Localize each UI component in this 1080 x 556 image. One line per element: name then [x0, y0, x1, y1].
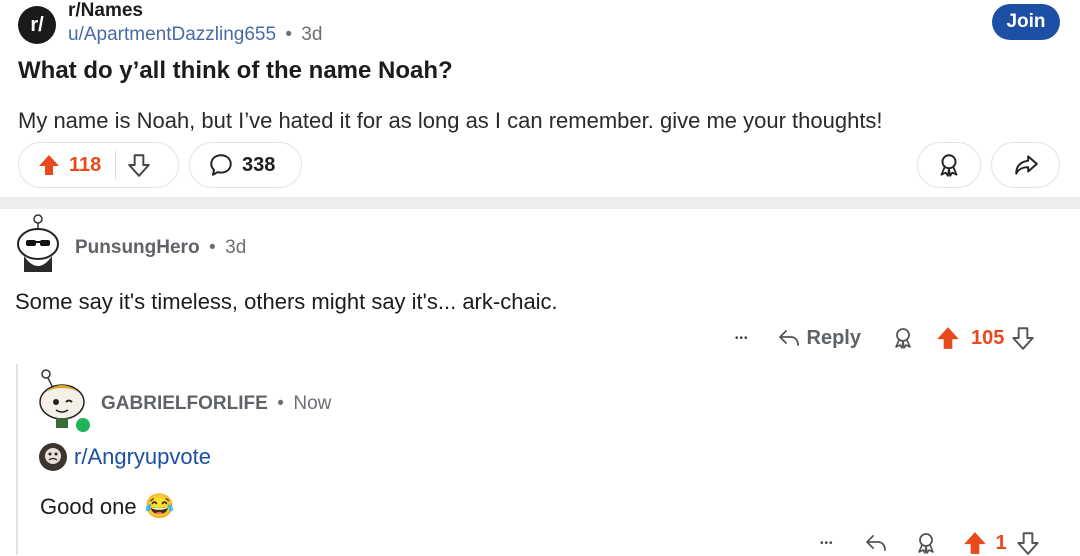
separator-dot: •: [285, 24, 293, 45]
thread-line: [16, 364, 18, 555]
downvote-icon[interactable]: [126, 152, 152, 178]
reply-icon: [777, 326, 801, 350]
award-icon[interactable]: [891, 326, 915, 350]
reply-vote-count: 1: [995, 531, 1007, 554]
subreddit-link-text[interactable]: r/Angryupvote: [74, 444, 211, 470]
reply-header: GABRIELFORLIFE • Now: [101, 393, 331, 415]
award-button[interactable]: [917, 142, 981, 188]
subreddit-avatar-icon: [38, 442, 68, 472]
comment-icon: [208, 152, 234, 178]
downvote-icon[interactable]: [1010, 325, 1036, 351]
author-line: u/ApartmentDazzling655 • 3d: [68, 24, 322, 46]
comment-age: 3d: [225, 237, 247, 258]
downvote-icon[interactable]: [1015, 530, 1041, 556]
comment-vote-count: 105: [970, 326, 1005, 349]
comments-button[interactable]: 338: [189, 142, 302, 188]
award-icon: [936, 152, 962, 178]
upvote-icon[interactable]: [935, 325, 961, 351]
post-body: My name is Noah, but I’ve hated it for a…: [18, 108, 883, 133]
comment-text: Some say it's timeless, others might say…: [15, 289, 558, 314]
reply-icon[interactable]: [864, 531, 888, 555]
share-button[interactable]: [991, 142, 1060, 188]
join-button[interactable]: Join: [992, 4, 1060, 40]
laughing-emoji: 😂: [144, 493, 175, 520]
reply-label: Reply: [806, 326, 861, 349]
online-indicator: [74, 416, 92, 434]
post-vote-count: 118: [69, 153, 102, 176]
comment-username[interactable]: PunsungHero: [75, 237, 200, 258]
upvote-icon[interactable]: [37, 153, 61, 177]
share-icon: [1013, 152, 1039, 178]
comment-header: PunsungHero • 3d: [75, 237, 246, 259]
separator-dot: •: [209, 237, 216, 258]
post-title[interactable]: What do y’all think of the name Noah?: [18, 57, 453, 85]
more-options-icon[interactable]: •••: [820, 538, 834, 549]
reply-text: Good one: [40, 493, 137, 519]
post-age: 3d: [301, 24, 323, 45]
post-vote-control: 118: [18, 142, 179, 188]
reply-age: Now: [293, 393, 332, 414]
subreddit-link[interactable]: r/Angryupvote: [38, 442, 211, 472]
post-comment-divider: [0, 197, 1080, 209]
reply-button[interactable]: Reply: [777, 326, 861, 350]
avatar[interactable]: [10, 214, 66, 274]
comment-actions: ••• Reply 105: [735, 322, 1065, 354]
post-author[interactable]: u/ApartmentDazzling655: [68, 24, 276, 45]
award-icon[interactable]: [914, 531, 938, 555]
more-options-icon[interactable]: •••: [735, 333, 749, 344]
reply-actions: ••• 1: [820, 530, 1065, 556]
separator-dot: •: [277, 393, 284, 414]
upvote-icon[interactable]: [962, 530, 988, 556]
subreddit-icon[interactable]: r/: [18, 6, 56, 44]
reply-username[interactable]: GABRIELFORLIFE: [101, 393, 268, 414]
reply-body: Good one 😂: [40, 492, 175, 521]
subreddit-name[interactable]: r/Names: [68, 0, 143, 22]
comment-count: 338: [242, 153, 276, 176]
vote-divider: [115, 151, 117, 179]
